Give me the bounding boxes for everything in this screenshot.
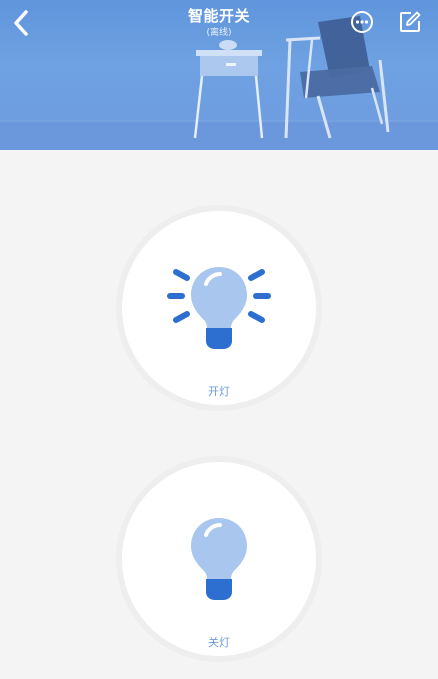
- more-circle-icon: [351, 11, 373, 33]
- light-on-button[interactable]: 开灯: [122, 211, 316, 405]
- light-off-label: 关灯: [208, 636, 230, 649]
- light-on-label: 开灯: [208, 385, 230, 398]
- light-off-button[interactable]: 关灯: [122, 462, 316, 656]
- edit-button[interactable]: [398, 10, 422, 34]
- lightbulb-off-icon: [191, 518, 247, 600]
- more-button[interactable]: [350, 10, 374, 34]
- header-banner: 智能开关 (离线): [0, 0, 438, 150]
- edit-icon: [400, 11, 421, 32]
- lightbulb-on-icon: [167, 267, 271, 349]
